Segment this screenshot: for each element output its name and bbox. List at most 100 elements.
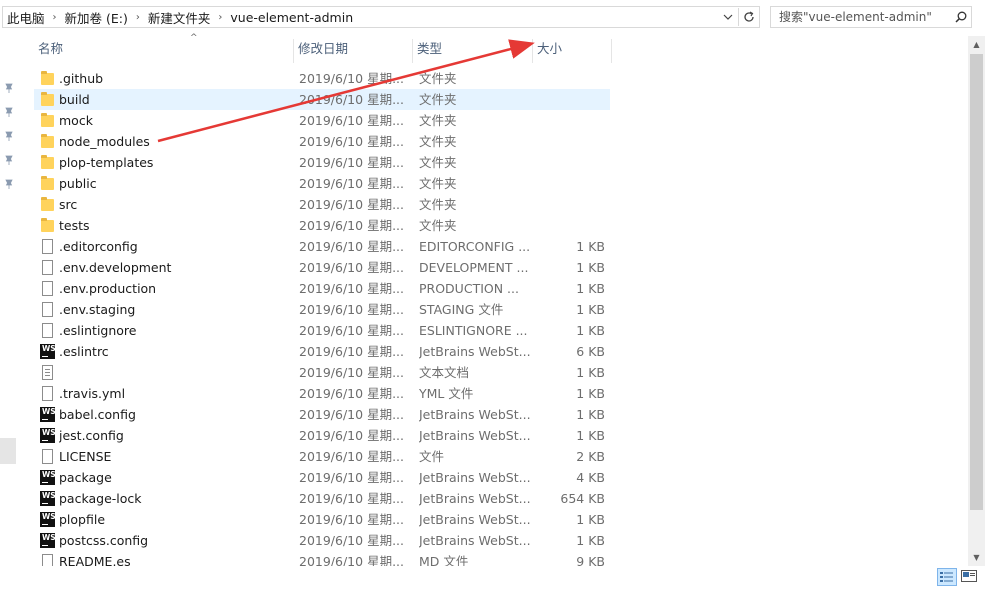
webstorm-file-icon: WS bbox=[39, 428, 55, 444]
file-row[interactable]: WS package-lock 2019/6/10 星期... JetBrains W… bbox=[34, 488, 610, 509]
file-date: 2019/6/10 星期... bbox=[299, 512, 404, 527]
file-size: 1 KB bbox=[576, 323, 605, 338]
column-name-label: 名称 bbox=[38, 41, 64, 56]
file-row[interactable]: public 2019/6/10 星期... 文件夹 bbox=[34, 173, 610, 194]
breadcrumb-drive-e[interactable]: 新加卷 (E:) bbox=[61, 8, 132, 27]
column-date[interactable]: 修改日期 bbox=[294, 37, 413, 63]
file-row[interactable]: WS jest.config 2019/6/10 星期... JetBrains We… bbox=[34, 425, 610, 446]
webstorm-file-icon: WS bbox=[39, 533, 55, 549]
file-name: babel.config bbox=[59, 407, 136, 422]
file-row[interactable]: WS plopfile 2019/6/10 星期... JetBrains WebSt… bbox=[34, 509, 610, 530]
large-icons-view-icon[interactable] bbox=[959, 568, 979, 586]
pin-icon[interactable] bbox=[3, 154, 15, 166]
column-size[interactable]: 大小 bbox=[533, 37, 612, 63]
file-type: 文件夹 bbox=[419, 155, 457, 170]
pin-icon[interactable] bbox=[3, 130, 15, 142]
webstorm-file-icon: WS bbox=[39, 512, 55, 528]
file-row[interactable]: .github 2019/6/10 星期... 文件夹 bbox=[34, 68, 610, 89]
file-name: .editorconfig bbox=[59, 239, 138, 254]
file-type: 文件夹 bbox=[419, 71, 457, 86]
file-row[interactable]: LICENSE 2019/6/10 星期... 文件 2 KB bbox=[34, 446, 610, 467]
search-input[interactable] bbox=[771, 9, 951, 25]
scroll-up-icon[interactable]: ▲ bbox=[968, 36, 985, 53]
breadcrumb-this-pc[interactable]: 此电脑 bbox=[3, 8, 49, 27]
refresh-icon[interactable] bbox=[739, 7, 759, 27]
file-row[interactable]: .eslintignore 2019/6/10 星期... ESLINTIGNORE… bbox=[34, 320, 610, 341]
column-header: ^ 名称 修改日期 类型 大小 bbox=[34, 33, 934, 63]
file-type: 文件夹 bbox=[419, 218, 457, 233]
file-row[interactable]: src 2019/6/10 星期... 文件夹 bbox=[34, 194, 610, 215]
file-name: .env.production bbox=[59, 281, 157, 296]
file-name: build bbox=[59, 92, 90, 107]
file-date: 2019/6/10 星期... bbox=[299, 260, 404, 275]
file-row[interactable]: WS .eslintrc 2019/6/10 星期... JetBrains WebS… bbox=[34, 341, 610, 362]
column-name[interactable]: 名称 bbox=[34, 37, 294, 63]
breadcrumb-separator-icon[interactable]: › bbox=[214, 12, 226, 23]
file-date: 2019/6/10 星期... bbox=[299, 386, 404, 401]
scrollbar-thumb[interactable] bbox=[970, 54, 983, 510]
file-type: YML 文件 bbox=[419, 386, 474, 401]
file-name: src bbox=[59, 197, 78, 212]
file-icon bbox=[39, 554, 55, 566]
scroll-down-icon[interactable]: ▼ bbox=[968, 549, 985, 566]
navigation-pane[interactable] bbox=[0, 36, 18, 596]
file-type: JetBrains WebSt... bbox=[419, 344, 531, 359]
file-date: 2019/6/10 星期... bbox=[299, 134, 404, 149]
file-type: JetBrains WebSt... bbox=[419, 533, 531, 548]
file-row[interactable]: build 2019/6/10 星期... 文件夹 bbox=[34, 89, 610, 110]
file-row[interactable]: .env.development 2019/6/10 星期... DEVELOPME… bbox=[34, 257, 610, 278]
file-type: MD 文件 bbox=[419, 554, 469, 566]
breadcrumb-separator-icon[interactable]: › bbox=[49, 12, 61, 23]
file-date: 2019/6/10 星期... bbox=[299, 449, 404, 464]
search-icon[interactable] bbox=[951, 11, 971, 23]
column-type[interactable]: 类型 bbox=[413, 37, 533, 63]
file-row[interactable]: README.es 2019/6/10 星期... MD 文件 9 KB bbox=[34, 551, 610, 566]
file-name: node_modules bbox=[59, 134, 150, 149]
vertical-scrollbar[interactable]: ▲ ▼ bbox=[968, 36, 985, 566]
file-row[interactable]: 2019/6/10 星期... 文本文档 1 KB bbox=[34, 362, 610, 383]
file-row[interactable]: plop-templates 2019/6/10 星期... 文件夹 bbox=[34, 152, 610, 173]
chevron-down-icon[interactable] bbox=[718, 7, 738, 27]
details-view-icon[interactable] bbox=[937, 568, 957, 586]
file-row[interactable]: WS postcss.config 2019/6/10 星期... JetBrains… bbox=[34, 530, 610, 551]
file-name: README.es bbox=[59, 554, 131, 566]
file-row[interactable]: .editorconfig 2019/6/10 星期... EDITORCONFIG… bbox=[34, 236, 610, 257]
file-name: package-lock bbox=[59, 491, 142, 506]
file-icon bbox=[39, 239, 55, 255]
file-icon bbox=[39, 323, 55, 339]
file-type: JetBrains WebSt... bbox=[419, 491, 531, 506]
pin-icon[interactable] bbox=[3, 106, 15, 118]
address-bar[interactable]: 此电脑 › 新加卷 (E:) › 新建文件夹 › vue-element-adm… bbox=[2, 6, 760, 28]
file-icon bbox=[39, 302, 55, 318]
file-row[interactable]: tests 2019/6/10 星期... 文件夹 bbox=[34, 215, 610, 236]
file-date: 2019/6/10 星期... bbox=[299, 344, 404, 359]
file-row[interactable]: .travis.yml 2019/6/10 星期... YML 文件 1 KB bbox=[34, 383, 610, 404]
file-name: .eslintignore bbox=[59, 323, 137, 338]
folder-icon bbox=[39, 92, 55, 108]
file-row[interactable]: .env.production 2019/6/10 星期... PRODUCTION… bbox=[34, 278, 610, 299]
search-box[interactable] bbox=[770, 6, 972, 28]
file-size: 1 KB bbox=[576, 428, 605, 443]
file-row[interactable]: WS package 2019/6/10 星期... JetBrains WebSt.… bbox=[34, 467, 610, 488]
file-type: JetBrains WebSt... bbox=[419, 428, 531, 443]
nav-selected-item[interactable] bbox=[0, 438, 16, 464]
breadcrumb-separator-icon[interactable]: › bbox=[132, 12, 144, 23]
file-list[interactable]: .github 2019/6/10 星期... 文件夹 build 2019/6/10 … bbox=[34, 68, 934, 566]
breadcrumb-new-folder[interactable]: 新建文件夹 bbox=[144, 8, 215, 27]
file-row[interactable]: .env.staging 2019/6/10 星期... STAGING 文件 1 K… bbox=[34, 299, 610, 320]
file-type: 文件夹 bbox=[419, 134, 457, 149]
file-type: JetBrains WebSt... bbox=[419, 470, 531, 485]
file-row[interactable]: node_modules 2019/6/10 星期... 文件夹 bbox=[34, 131, 610, 152]
pin-icon[interactable] bbox=[3, 178, 15, 190]
pin-icon[interactable] bbox=[3, 82, 15, 94]
file-size: 1 KB bbox=[576, 302, 605, 317]
breadcrumb-vue-element-admin[interactable]: vue-element-admin bbox=[226, 10, 357, 25]
file-row[interactable]: mock 2019/6/10 星期... 文件夹 bbox=[34, 110, 610, 131]
file-date: 2019/6/10 星期... bbox=[299, 176, 404, 191]
file-date: 2019/6/10 星期... bbox=[299, 197, 404, 212]
file-date: 2019/6/10 星期... bbox=[299, 323, 404, 338]
file-type: PRODUCTION ... bbox=[419, 281, 519, 296]
address-bar-buttons bbox=[718, 7, 759, 27]
file-row[interactable]: WS babel.config 2019/6/10 星期... JetBrains W… bbox=[34, 404, 610, 425]
file-date: 2019/6/10 星期... bbox=[299, 470, 404, 485]
